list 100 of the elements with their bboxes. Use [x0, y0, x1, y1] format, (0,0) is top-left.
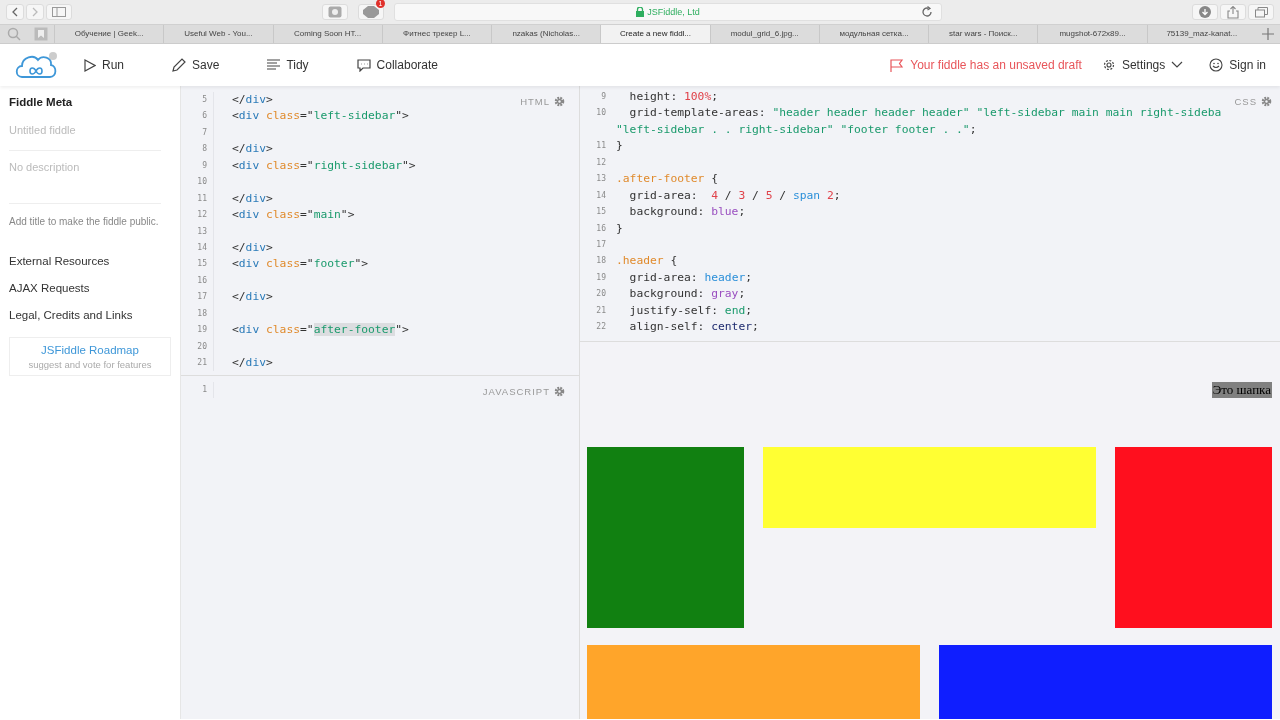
reload-icon[interactable]: [921, 6, 933, 18]
save-button[interactable]: Save: [172, 58, 220, 72]
share-button[interactable]: [1220, 4, 1246, 20]
line-number: 18: [595, 255, 606, 268]
chat-icon: [356, 58, 371, 72]
title-field[interactable]: Untitled fiddle: [9, 124, 161, 151]
unsaved-draft-notice[interactable]: Your fiddle has an unsaved draft: [890, 58, 1082, 72]
line-number: 18: [196, 307, 207, 320]
line-number: 12: [196, 209, 207, 222]
line-number: 21: [595, 304, 606, 317]
browser-tab[interactable]: модульная сетка...: [818, 25, 929, 43]
flag-icon: [890, 58, 905, 72]
share-icon: [1227, 5, 1239, 19]
pencil-icon: [172, 58, 186, 72]
editor-label: HTML: [520, 96, 550, 107]
line-number: 13: [196, 225, 207, 238]
settings-icon[interactable]: [554, 96, 565, 107]
browser-tab[interactable]: star wars - Поиск...: [928, 25, 1038, 43]
browser-tab[interactable]: Обучение | Geek...: [54, 25, 164, 43]
code-line: </div>: [232, 355, 274, 371]
sign-in-button[interactable]: Sign in: [1209, 58, 1266, 72]
lock-icon: [636, 7, 645, 17]
settings-icon: [1101, 58, 1116, 72]
settings-icon[interactable]: [554, 386, 565, 397]
smiley-icon: [1209, 58, 1224, 72]
code-line: background: blue;: [628, 204, 746, 221]
editor-label: CSS: [1234, 96, 1257, 107]
editor-label: JAVASCRIPT: [482, 386, 550, 397]
collaborate-button[interactable]: Collaborate: [356, 58, 438, 72]
line-number: 20: [196, 340, 207, 353]
code-line: </div>: [232, 239, 274, 256]
line-number: 15: [595, 206, 606, 219]
sidebar-link[interactable]: Legal, Credits and Links: [9, 309, 171, 321]
settings-button[interactable]: Settings: [1101, 58, 1184, 72]
chevron-down-icon: [1171, 61, 1184, 69]
line-number: 10: [196, 176, 207, 189]
line-number: 17: [595, 238, 606, 251]
browser-tab[interactable]: 75139_maz-kanat...: [1146, 25, 1256, 43]
browser-tab[interactable]: modul_grid_6.jpg...: [709, 25, 819, 43]
line-number: 21: [196, 357, 207, 369]
back-button[interactable]: [6, 4, 24, 20]
screenshot-button[interactable]: [322, 4, 348, 20]
sidebar-title: Fiddle Meta: [9, 96, 74, 108]
code-line: justify-self: end;: [628, 302, 753, 319]
line-number: 8: [201, 143, 207, 156]
header-text: Это шапка: [1211, 382, 1272, 398]
browser-tab[interactable]: Useful Web - You...: [163, 25, 273, 43]
download-button[interactable]: [1192, 4, 1218, 20]
line-number: 9: [600, 91, 606, 103]
code-line: </div>: [232, 190, 274, 207]
search-icon[interactable]: [7, 27, 21, 41]
hint-text: Add title to make the fiddle public.: [9, 215, 159, 229]
code-line: align-self: center;: [628, 319, 759, 336]
line-number: 12: [595, 156, 606, 169]
line-number: 20: [595, 288, 606, 301]
code-line: }: [616, 138, 623, 155]
code-line: </div>: [232, 92, 274, 108]
code-line: <div class="footer">: [232, 256, 370, 273]
code-line: grid-area: header;: [628, 269, 753, 286]
code-line: <div class="right-sidebar">: [232, 157, 416, 174]
run-button[interactable]: Run: [84, 58, 124, 72]
tabs-icon: [1254, 6, 1268, 18]
code-line: background: gray;: [628, 286, 746, 303]
bookmarks-icon[interactable]: [34, 27, 48, 41]
browser-tab[interactable]: Coming Soon HT...: [272, 25, 382, 43]
code-line: <div class="left-sidebar">: [232, 108, 410, 125]
line-number: 16: [595, 222, 606, 235]
sidebar-button[interactable]: [46, 4, 72, 20]
line-number: 19: [196, 324, 207, 337]
line-number: 14: [595, 189, 606, 202]
line-number: 10: [595, 107, 606, 120]
new-tab-icon[interactable]: [1262, 28, 1274, 40]
line-number: 15: [196, 258, 207, 271]
line-number: 1: [201, 384, 207, 396]
browser-tab[interactable]: Фитнес трекер L...: [381, 25, 492, 43]
code-line: <div class="main">: [232, 207, 356, 224]
line-number: 14: [196, 241, 207, 254]
settings-icon[interactable]: [1261, 96, 1272, 107]
sidebar-icon: [52, 7, 66, 17]
browser-tab[interactable]: mugshot-672x89...: [1037, 25, 1147, 43]
code-editor[interactable]: [181, 86, 579, 376]
tabs-overview-button[interactable]: [1248, 4, 1274, 20]
sidebar-link[interactable]: AJAX Requests: [9, 282, 171, 294]
code-line: </div>: [232, 289, 274, 306]
download-icon: [1199, 6, 1211, 18]
forward-icon: [30, 7, 40, 17]
stop-sign-icon: [363, 6, 379, 18]
camera-icon: [328, 6, 342, 18]
browser-tab[interactable]: Create a new fiddl...: [600, 25, 710, 43]
code-line: .after-footer {: [616, 171, 719, 188]
cloud-logo-icon[interactable]: [14, 51, 58, 79]
line-number: 5: [201, 94, 207, 106]
code-line: }: [616, 220, 623, 237]
code-line: grid-area: 4 / 3 / 5 / span 2;: [628, 187, 841, 204]
sidebar-link[interactable]: External Resources: [9, 255, 171, 267]
page-title: JSFiddle, Ltd: [647, 7, 700, 17]
code-editor[interactable]: [580, 86, 1280, 342]
description-field[interactable]: No description: [9, 161, 161, 204]
tidy-button[interactable]: Tidy: [267, 58, 309, 72]
code-line: .header {: [616, 253, 678, 270]
